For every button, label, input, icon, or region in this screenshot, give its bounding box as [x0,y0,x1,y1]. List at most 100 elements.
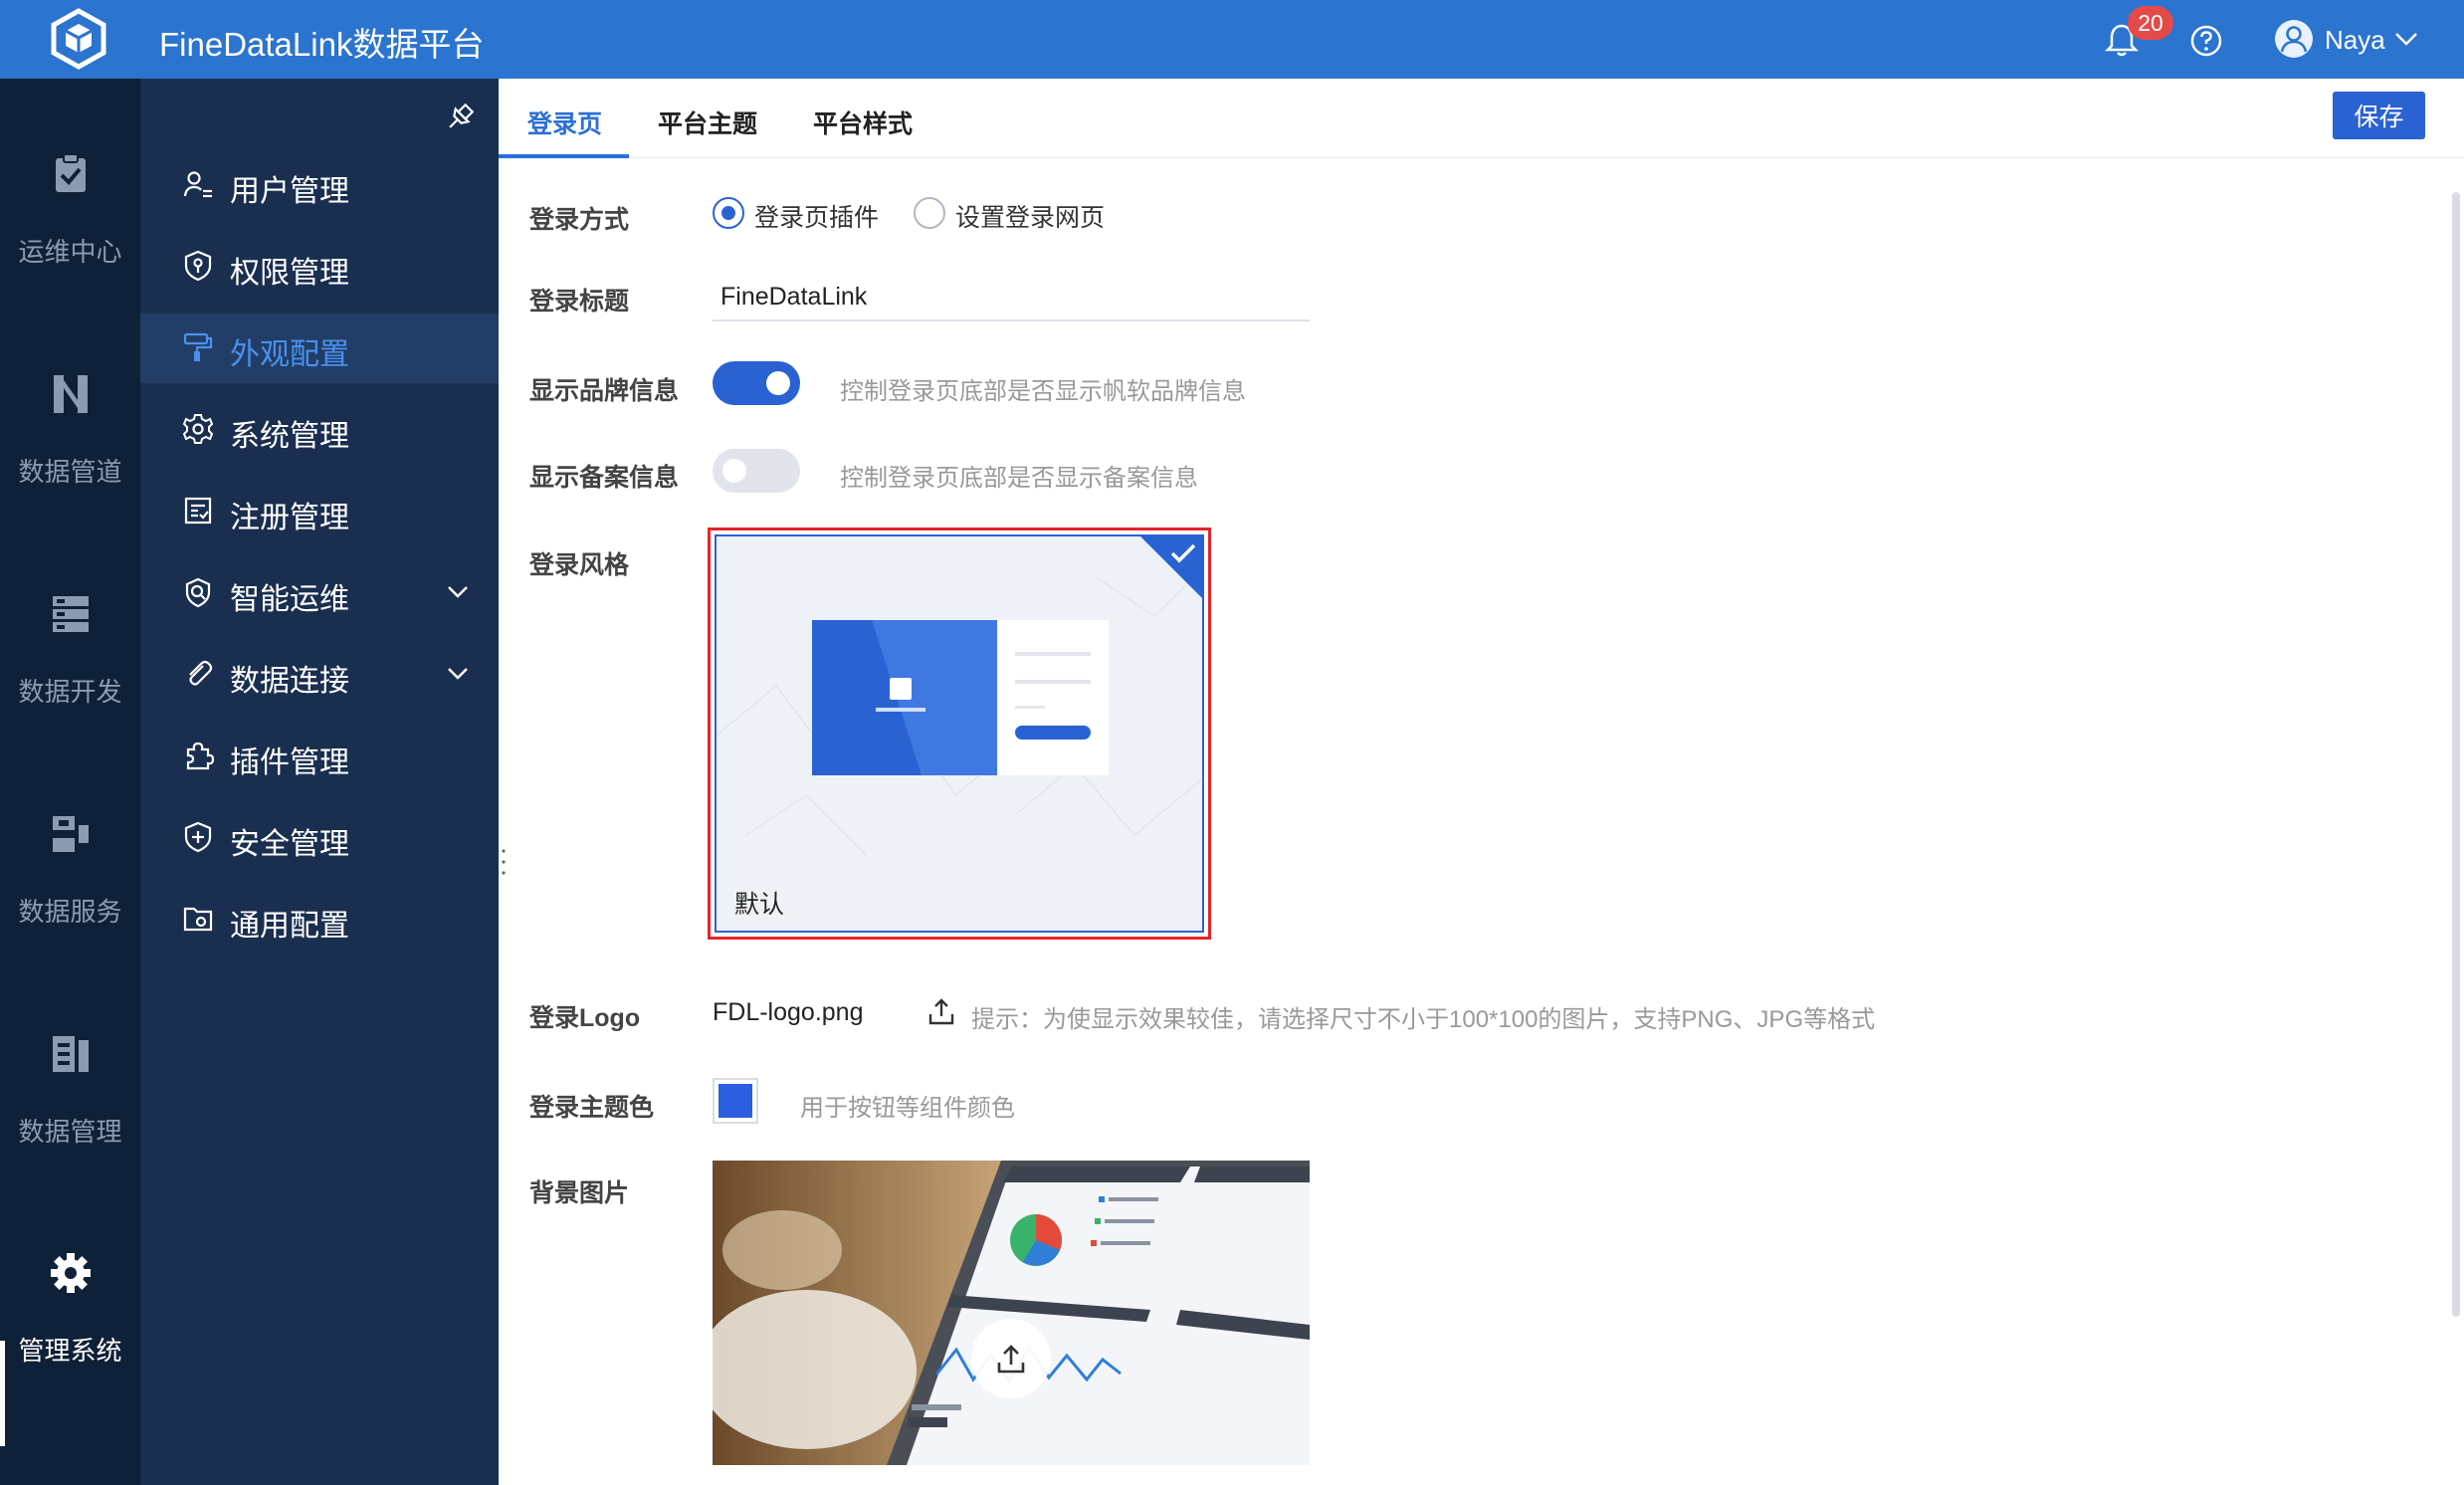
login-preview-thumbnail [812,620,1109,775]
user-name[interactable]: Naya [2325,25,2385,56]
menu-item-label: 系统管理 [230,420,349,453]
chevron-down-icon[interactable] [445,582,471,602]
show-brand-hint: 控制登录页底部是否显示帆软品牌信息 [840,378,1246,405]
menu-item-permission-management[interactable]: 权限管理 [140,232,499,302]
show-brand-label: 显示品牌信息 [529,377,680,405]
menu-item-data-connection[interactable]: 数据连接 [140,640,499,710]
notification-badge[interactable]: 20 [2128,6,2173,40]
vertical-scrollbar[interactable] [2452,192,2460,1317]
active-tab-indicator [499,154,629,158]
server-stack-icon [52,596,89,632]
rail-item-data-dev[interactable]: 数据开发 [0,592,140,751]
menu-item-system-management[interactable]: 系统管理 [140,395,499,465]
rail-label: 数据管理 [18,1117,122,1147]
show-record-hint: 控制登录页底部是否显示备案信息 [840,465,1198,492]
tab-platform-style[interactable]: 平台样式 [813,105,913,140]
radio-custom-login-page[interactable] [914,197,945,229]
data-management-icon [52,1036,89,1072]
rail-item-data-pipeline[interactable]: 数据管道 [0,372,140,531]
tab-platform-theme[interactable]: 平台主题 [658,105,757,140]
tab-bar: 登录页 平台主题 平台样式 保存 [499,79,2464,158]
radio-custom-login-page-label[interactable]: 设置登录网页 [955,198,1105,234]
api-service-icon [52,816,89,852]
background-image-label: 背景图片 [529,1179,630,1207]
logo-file-name: FDL-logo.png [713,998,864,1026]
style-card-footer: 默认 [717,865,1202,931]
menu-item-label: 插件管理 [230,746,349,779]
folder-gear-icon [183,907,213,932]
smart-ops-icon [185,577,211,608]
tab-login-page[interactable]: 登录页 [527,105,602,140]
menu-item-label: 数据连接 [230,665,349,698]
save-button[interactable]: 保存 [2333,92,2425,139]
menu-item-plugin-management[interactable]: 插件管理 [140,722,499,791]
show-record-label: 显示备案信息 [529,464,680,492]
chevron-down-icon[interactable] [445,664,471,684]
check-icon [1170,543,1196,563]
login-method-label: 登录方式 [529,206,630,234]
help-icon[interactable] [2189,24,2223,58]
top-bar: FineDataLink数据平台 20 Naya [0,0,2464,79]
menu-item-registration-management[interactable]: 注册管理 [140,477,499,546]
background-upload-button[interactable] [971,1319,1051,1398]
rail-label: 数据服务 [18,897,122,927]
pin-icon[interactable] [443,101,477,134]
paperclip-icon [189,660,213,686]
login-logo-label: 登录Logo [529,1004,641,1032]
menu-item-label: 注册管理 [230,502,349,534]
theme-color-picker[interactable] [713,1078,758,1124]
login-style-card-default[interactable]: 默认 [708,528,1211,940]
gear-icon [50,1253,91,1293]
secondary-menu: 用户管理 权限管理 外观配置 系统管理 注册管理 智能运维 数据连接 插件管理 … [140,79,499,1485]
menu-item-appearance-config[interactable]: 外观配置 [140,314,499,383]
rail-label: 数据管道 [18,457,122,487]
menu-item-label: 用户管理 [230,175,349,208]
background-image-preview[interactable] [713,1161,1310,1465]
shield-plus-icon [184,821,212,853]
show-record-toggle[interactable] [713,449,800,493]
toggle-knob [722,459,746,483]
show-brand-toggle[interactable] [713,361,800,405]
menu-item-general-config[interactable]: 通用配置 [140,885,499,955]
paint-roller-icon [183,332,213,361]
theme-color-hint: 用于按钮等组件颜色 [800,1095,1015,1122]
theme-color-swatch [719,1084,752,1118]
toggle-knob [766,371,790,395]
radio-login-plugin[interactable] [713,197,744,229]
rail-item-data-management[interactable]: 数据管理 [0,1032,140,1191]
rail-label: 数据开发 [18,677,122,707]
menu-item-security-management[interactable]: 安全管理 [140,803,499,873]
menu-item-smart-ops[interactable]: 智能运维 [140,558,499,628]
rail-label: 运维中心 [18,237,122,267]
rail-label: 管理系统 [18,1336,122,1366]
main-content: 登录页 平台主题 平台样式 保存 登录方式 登录页插件 设置登录网页 登录标题 … [499,79,2464,1485]
clipboard-check-icon [55,153,86,192]
style-card-label: 默认 [734,891,785,919]
rail-item-ops-center[interactable]: 运维中心 [0,152,140,312]
login-style-label: 登录风格 [529,551,630,579]
rail-item-admin-system[interactable]: 管理系统 [0,1251,140,1410]
menu-item-label: 权限管理 [230,257,349,290]
menu-item-user-management[interactable]: 用户管理 [140,150,499,220]
style-card-inner: 默认 [715,534,1204,933]
user-avatar-icon[interactable] [2273,18,2315,60]
menu-item-label: 外观配置 [230,338,349,371]
menu-item-label: 安全管理 [230,828,349,861]
puzzle-icon [186,742,214,770]
rail-item-data-service[interactable]: 数据服务 [0,812,140,971]
shield-key-icon [184,250,212,282]
resize-handle-icon[interactable] [502,847,506,877]
menu-item-label: 智能运维 [230,583,349,616]
primary-nav-rail: 运维中心 数据管道 数据开发 数据服务 数据管理 管理系统 [0,79,140,1485]
radio-login-plugin-label[interactable]: 登录页插件 [754,198,879,234]
user-list-icon [183,171,212,198]
upload-icon[interactable] [926,996,956,1026]
login-title-input[interactable] [713,274,1310,321]
register-icon [184,497,212,525]
app-title: FineDataLink数据平台 [159,26,485,63]
rail-active-indicator [0,1341,5,1446]
menu-item-label: 通用配置 [230,910,349,943]
login-title-label: 登录标题 [529,288,630,316]
chevron-down-icon[interactable] [2392,28,2420,50]
app-logo-icon[interactable] [48,8,109,70]
